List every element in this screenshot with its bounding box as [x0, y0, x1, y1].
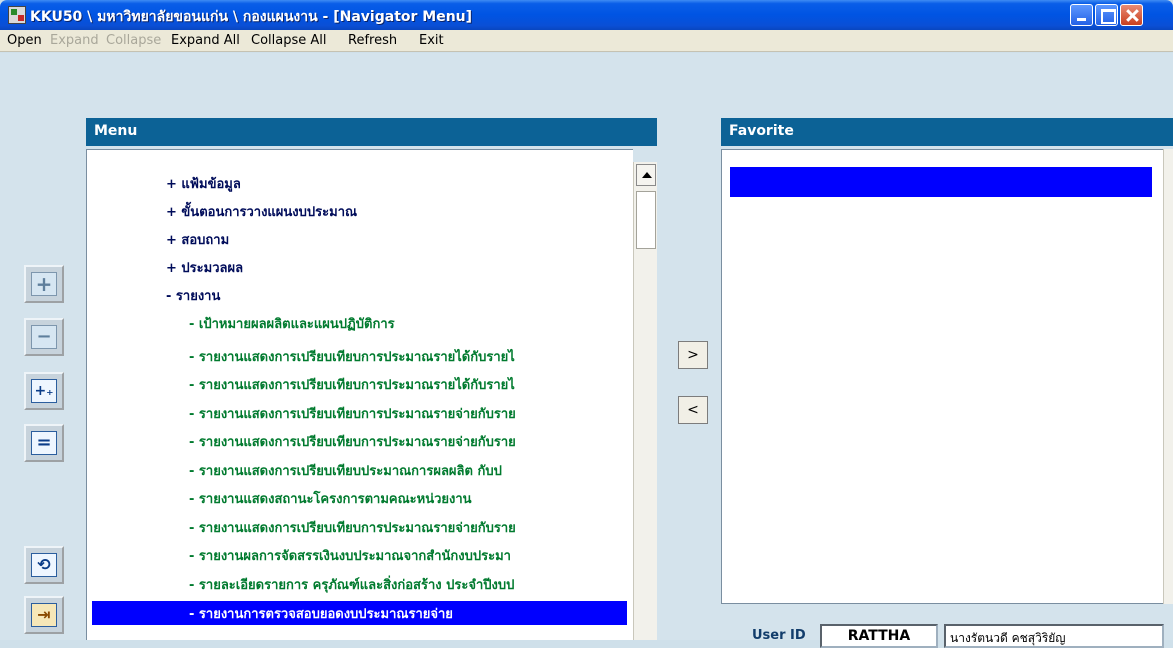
menu-tree[interactable]: + แฟ้มข้อมูล + ขั้นตอนการวางแผนงบประมาณ …	[86, 149, 633, 640]
menu-open[interactable]: Open	[7, 33, 42, 48]
expand-all-icon: +₊	[31, 379, 57, 403]
app-icon[interactable]	[8, 6, 26, 24]
favorite-scrollbar[interactable]	[1163, 149, 1173, 604]
minimize-button[interactable]	[1070, 4, 1093, 26]
plus-icon: +	[31, 272, 57, 296]
tree-item-report[interactable]: - เป้าหมายผลผลิตและแผนปฏิบัติการ	[189, 313, 395, 334]
tree-item-report[interactable]: - รายงานแสดงสถานะโครงการตามคณะหน่วยงาน	[189, 488, 472, 509]
tree-item-budget-planning[interactable]: + ขั้นตอนการวางแผนงบประมาณ	[166, 201, 357, 222]
scroll-up-arrow-icon[interactable]	[636, 164, 656, 186]
minus-icon: −	[31, 325, 57, 349]
tree-item-report[interactable]: - รายงานแสดงการเปรียบเทียบการประมาณรายจ่…	[189, 517, 516, 538]
user-name-field: นางรัตนวดี คชสุวิริยัญ	[944, 624, 1164, 648]
tree-item-reports[interactable]: - รายงาน	[166, 285, 220, 306]
exit-door-icon: ⇥	[31, 603, 57, 627]
title-bar[interactable]: KKU50 \ มหาวิทยาลัยขอนแก่น \ กองแผนงาน -…	[0, 0, 1173, 30]
menu-expand-all[interactable]: Expand All	[171, 33, 240, 48]
menu-collapse: Collapse	[106, 33, 162, 48]
menu-exit[interactable]: Exit	[419, 33, 444, 48]
user-id-field: RATTHA	[820, 624, 938, 648]
window-title: KKU50 \ มหาวิทยาลัยขอนแก่น \ กองแผนงาน -…	[30, 9, 473, 25]
collapse-button[interactable]: −	[24, 318, 64, 356]
maximize-button[interactable]	[1095, 4, 1118, 26]
tree-item-report[interactable]: - รายละเอียดรายการ ครุภัณฑ์และสิ่งก่อสร้…	[189, 574, 514, 595]
user-id-label: User ID	[752, 628, 806, 643]
tree-item-report[interactable]: - รายงานแสดงการเปรียบเทียบการประมาณรายจ่…	[189, 431, 516, 452]
exit-button[interactable]: ⇥	[24, 596, 64, 634]
menu-expand: Expand	[50, 33, 99, 48]
tree-item-selected[interactable]: - รายงานการตรวจสอบยอดงบประมาณรายจ่าย	[189, 603, 453, 624]
tree-item-data-files[interactable]: + แฟ้มข้อมูล	[166, 173, 241, 194]
tree-item-inquiry[interactable]: + สอบถาม	[166, 229, 229, 250]
add-favorite-button[interactable]: >	[678, 341, 708, 369]
tree-item-processing[interactable]: + ประมวลผล	[166, 257, 243, 278]
scroll-thumb[interactable]	[636, 191, 656, 249]
remove-favorite-button[interactable]: <	[678, 396, 708, 424]
collapse-all-icon: =	[31, 431, 57, 455]
tree-item-report[interactable]: - รายงานแสดงการเปรียบเทียบประมาณการผลผลิ…	[189, 460, 502, 481]
menu-bar: Open Expand Collapse Expand All Collapse…	[0, 30, 1173, 52]
tree-item-report[interactable]: - รายงานแสดงการเปรียบเทียบการประมาณรายได…	[189, 374, 515, 395]
collapse-all-button[interactable]: =	[24, 424, 64, 462]
menu-refresh[interactable]: Refresh	[348, 33, 397, 48]
refresh-button[interactable]: ⟲	[24, 546, 64, 584]
refresh-icon: ⟲	[31, 553, 57, 577]
favorite-list[interactable]	[721, 149, 1173, 604]
expand-all-button[interactable]: +₊	[24, 372, 64, 410]
tree-item-report[interactable]: - รายงานแสดงการเปรียบเทียบการประมาณรายจ่…	[189, 403, 516, 424]
favorite-selected-row[interactable]	[730, 167, 1152, 197]
tree-item-report[interactable]: - รายงานผลการจัดสรรเงินงบประมาณจากสำนักง…	[189, 545, 511, 566]
menu-collapse-all[interactable]: Collapse All	[251, 33, 327, 48]
tree-item-report[interactable]: - รายงานแสดงการเปรียบเทียบการประมาณรายได…	[189, 346, 515, 367]
expand-button[interactable]: +	[24, 265, 64, 303]
favorite-panel-title: Favorite	[721, 118, 1173, 146]
menu-panel-title: Menu	[86, 118, 657, 146]
close-button[interactable]	[1120, 4, 1143, 26]
